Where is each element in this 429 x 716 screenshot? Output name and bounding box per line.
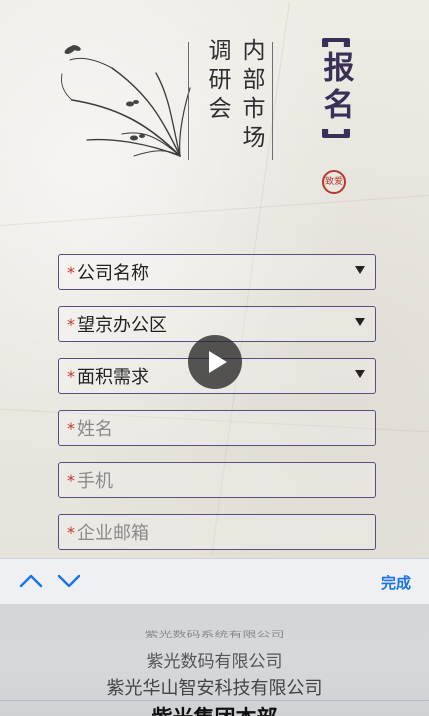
picker-option-selected[interactable]: 紫光集团本部 (0, 702, 429, 716)
dropdown-arrow-icon (355, 318, 365, 326)
picker-option[interactable]: 紫光数码有限公司 (0, 647, 429, 672)
divider (188, 42, 189, 160)
title-column-secondary: 调研会 (204, 38, 230, 125)
field-label: 望京办公区 (77, 315, 167, 336)
email-input[interactable]: * 企业邮箱 (58, 514, 376, 550)
required-mark: * (67, 470, 75, 490)
dropdown-arrow-icon (355, 370, 365, 378)
required-mark: * (67, 522, 75, 542)
chevron-up-icon (19, 574, 43, 588)
signup-heading: 报名 (316, 38, 356, 164)
picker-selection-line (0, 700, 429, 701)
company-picker-wheel[interactable]: 紫光数码系统有限公司 紫光数码有限公司 紫光华山智安科技有限公司 紫光集团本部 (0, 604, 429, 716)
picker-option[interactable]: 紫光数码系统有限公司 (0, 629, 429, 640)
dropdown-arrow-icon (355, 266, 365, 274)
field-label: 公司名称 (77, 263, 149, 284)
field-placeholder: 姓名 (77, 419, 113, 440)
play-icon (208, 351, 227, 373)
previous-field-button[interactable] (18, 571, 44, 591)
orchid-illustration-icon (61, 45, 191, 157)
title-column-primary: 内部市场 (238, 38, 264, 154)
poster-background: 调研会 内部市场 报名 致爱 * 公司名称 * 望京办公区 * 面积需求 * 姓… (0, 0, 429, 558)
field-placeholder: 手机 (77, 471, 113, 492)
next-field-button[interactable] (56, 571, 82, 591)
play-video-button[interactable] (188, 335, 242, 389)
signup-title: 报名 (317, 51, 354, 125)
chevron-down-icon (57, 574, 81, 588)
field-label: 面积需求 (77, 367, 149, 388)
paper-crease (0, 195, 429, 226)
bracket-bottom-icon (322, 129, 350, 138)
picker-option[interactable]: 紫光华山智安科技有限公司 (0, 674, 429, 700)
done-button[interactable]: 完成 (381, 572, 411, 593)
bracket-top-icon (322, 38, 350, 47)
phone-input[interactable]: * 手机 (58, 462, 376, 498)
keyboard-accessory-toolbar: 完成 (0, 558, 429, 604)
required-mark: * (67, 418, 75, 438)
red-seal-stamp: 致爱 (322, 170, 346, 194)
required-mark: * (67, 314, 75, 334)
field-placeholder: 企业邮箱 (77, 523, 149, 544)
seal-text: 致爱 (324, 176, 343, 187)
required-mark: * (67, 262, 75, 282)
name-input[interactable]: * 姓名 (58, 410, 376, 446)
required-mark: * (67, 366, 75, 386)
divider (272, 42, 273, 160)
company-name-select[interactable]: * 公司名称 (58, 254, 376, 290)
